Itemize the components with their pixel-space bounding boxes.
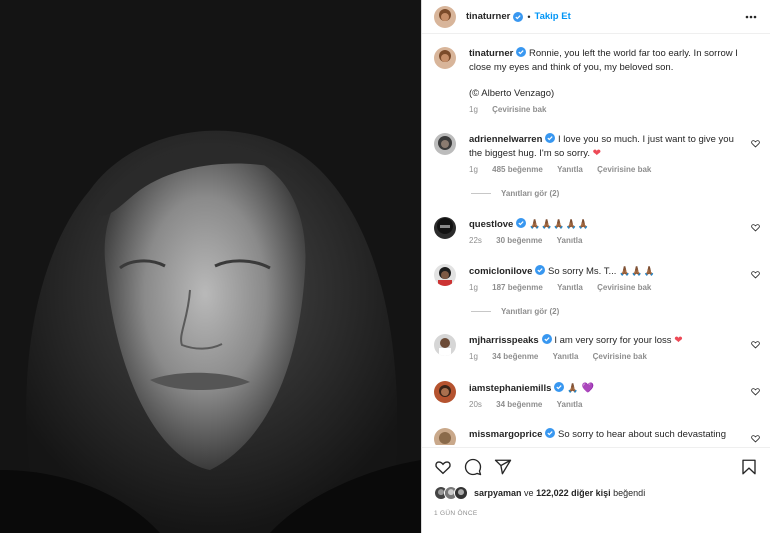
comments-list[interactable]: tinaturner Ronnie, you left the world fa… <box>422 35 770 445</box>
comment-item: missmargoprice So sorry to hear about su… <box>434 428 760 445</box>
prayer-emoji: 🙏🏾🙏🏾🙏🏾 <box>619 266 656 276</box>
author-avatar[interactable] <box>434 5 456 28</box>
reply-button[interactable]: Yanıtla <box>557 236 583 245</box>
post-photo[interactable] <box>0 0 421 533</box>
avatar[interactable] <box>434 334 456 356</box>
prayer-emoji: 🙏🏾 <box>567 383 580 393</box>
comment-item: adriennelwarren I love you so much. I ju… <box>434 133 760 175</box>
verified-badge-icon <box>516 218 527 228</box>
comment-likes[interactable]: 187 beğenme <box>492 283 543 292</box>
avatar <box>454 486 468 500</box>
post-header: tinaturner • Takip Et <box>422 0 770 34</box>
comment-icon[interactable] <box>464 458 482 476</box>
verified-badge-icon <box>554 382 565 392</box>
liker-avatars <box>434 486 468 500</box>
caption: tinaturner Ronnie, you left the world fa… <box>434 47 760 115</box>
small-heart-icon[interactable] <box>751 387 760 396</box>
action-bar <box>422 447 770 485</box>
small-heart-icon[interactable] <box>751 340 760 349</box>
likes-summary[interactable]: sarpyaman ve 122,022 diğer kişi beğendi <box>434 486 645 500</box>
verified-badge-icon <box>516 47 527 57</box>
comment-time: 22s <box>469 236 482 245</box>
small-heart-icon[interactable] <box>751 223 760 232</box>
caption-credit: (© Alberto Venzago) <box>469 88 555 99</box>
follow-button[interactable]: Takip Et <box>535 11 571 22</box>
heart-emoji: ❤ <box>592 148 602 159</box>
portrait-image <box>0 0 421 533</box>
view-replies-button[interactable]: Yanıtları gör (2) <box>471 307 559 316</box>
comment-username[interactable]: iamstephaniemills <box>469 383 551 394</box>
translate-link[interactable]: Çevirisine bak <box>492 105 546 114</box>
avatar[interactable] <box>434 428 456 445</box>
reply-button[interactable]: Yanıtla <box>557 165 583 174</box>
likes-conj: ve <box>524 488 534 498</box>
post-sidebar: tinaturner • Takip Et tinaturner Ronnie,… <box>421 0 770 533</box>
comment-item: iamstephaniemills 🙏🏾 💜 20s 34 beğenme Ya… <box>434 381 760 410</box>
post-date: 1 GÜN ÖNCE <box>434 510 478 517</box>
comment-text: I am very sorry for your loss <box>554 335 672 346</box>
view-replies-button[interactable]: Yanıtları gör (2) <box>471 189 559 198</box>
verified-badge-icon <box>545 133 556 143</box>
avatar[interactable] <box>434 264 456 286</box>
more-horizontal-icon[interactable] <box>744 10 758 24</box>
comment-likes[interactable]: 34 beğenme <box>496 400 542 409</box>
verified-badge-icon <box>535 265 546 275</box>
comment-item: mjharrisspeaks I am very sorry for your … <box>434 334 760 362</box>
comment-username[interactable]: comiclonilove <box>469 266 532 277</box>
comment-likes[interactable]: 30 beğenme <box>496 236 542 245</box>
comment-time: 20s <box>469 400 482 409</box>
likes-others[interactable]: 122,022 diğer kişi <box>536 488 611 498</box>
comment-text: So sorry Ms. T... <box>548 266 617 277</box>
comment-item: comiclonilove So sorry Ms. T... 🙏🏾🙏🏾🙏🏾 1… <box>434 264 760 293</box>
translate-link[interactable]: Çevirisine bak <box>597 165 651 174</box>
replies-divider <box>471 193 491 194</box>
reply-button[interactable]: Yanıtla <box>557 283 583 292</box>
verified-badge-icon <box>545 428 556 438</box>
comment-likes[interactable]: 34 beğenme <box>492 352 538 361</box>
share-icon[interactable] <box>494 458 512 476</box>
reply-button[interactable]: Yanıtla <box>557 400 583 409</box>
comment-item: questlove 🙏🏾🙏🏾🙏🏾🙏🏾🙏🏾 22s 30 beğenme Yanı… <box>434 217 760 246</box>
replies-divider <box>471 311 491 312</box>
small-heart-icon[interactable] <box>751 139 760 148</box>
comment-text: So sorry to hear about such devastating <box>558 429 726 440</box>
verified-badge-icon <box>513 11 524 22</box>
comment-time: 1g <box>469 165 478 174</box>
caption-username[interactable]: tinaturner <box>469 48 513 59</box>
comment-username[interactable]: mjharrisspeaks <box>469 335 539 346</box>
view-replies-label: Yanıtları gör (2) <box>501 189 560 198</box>
translate-link[interactable]: Çevirisine bak <box>593 352 647 361</box>
liker-username[interactable]: sarpyaman <box>474 488 522 498</box>
comment-username[interactable]: missmargoprice <box>469 429 542 440</box>
small-heart-icon[interactable] <box>751 434 760 443</box>
translate-link[interactable]: Çevirisine bak <box>597 283 651 292</box>
avatar[interactable] <box>434 381 456 403</box>
prayer-emoji: 🙏🏾🙏🏾🙏🏾🙏🏾🙏🏾 <box>529 219 591 229</box>
view-replies-label: Yanıtları gör (2) <box>501 307 560 316</box>
author-username[interactable]: tinaturner <box>466 11 510 22</box>
comment-username[interactable]: questlove <box>469 219 513 230</box>
comment-time: 1g <box>469 283 478 292</box>
avatar[interactable] <box>434 133 456 155</box>
comment-time: 1g <box>469 352 478 361</box>
small-heart-icon[interactable] <box>751 270 760 279</box>
verified-badge-icon <box>541 334 552 344</box>
purple-heart-emoji: 💜 <box>581 383 595 394</box>
bookmark-icon[interactable] <box>740 458 758 476</box>
comment-username[interactable]: adriennelwarren <box>469 134 542 145</box>
avatar[interactable] <box>434 47 456 69</box>
avatar[interactable] <box>434 217 456 239</box>
separator-dot: • <box>527 11 531 22</box>
heart-icon[interactable] <box>434 458 452 476</box>
reply-button[interactable]: Yanıtla <box>553 352 579 361</box>
likes-suffix: beğendi <box>613 488 646 498</box>
comment-likes[interactable]: 485 beğenme <box>492 165 543 174</box>
caption-time: 1g <box>469 105 478 114</box>
heart-emoji: ❤ <box>674 335 683 346</box>
